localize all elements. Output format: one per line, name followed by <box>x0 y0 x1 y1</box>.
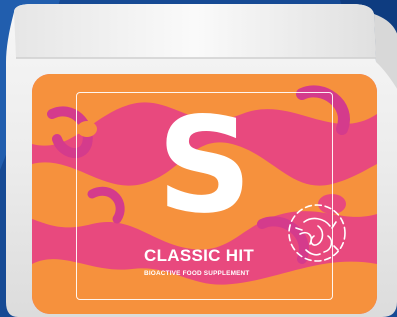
supplement-jar: S CLASSIC HIT BIOACTIVE FOOD SUPPLEMENT <box>2 2 397 317</box>
seed-emblem-icon <box>288 204 346 262</box>
product-subtitle: BIOACTIVE FOOD SUPPLEMENT <box>144 270 250 277</box>
product-label: S CLASSIC HIT BIOACTIVE FOOD SUPPLEMENT <box>32 74 377 314</box>
product-name: CLASSIC HIT <box>144 246 255 265</box>
product-photo: S CLASSIC HIT BIOACTIVE FOOD SUPPLEMENT <box>0 0 397 317</box>
